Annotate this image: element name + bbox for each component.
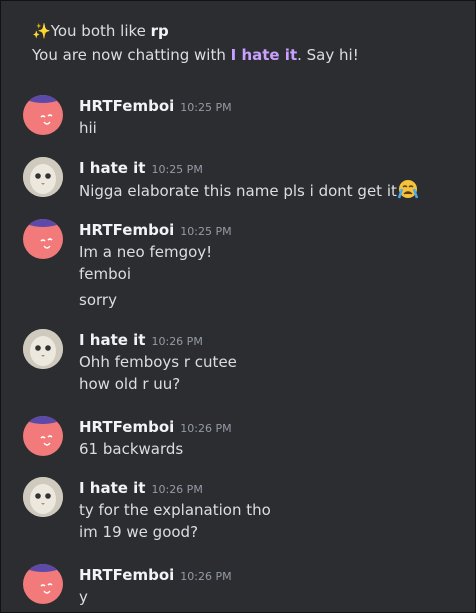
smiling-face-icon (40, 583, 53, 594)
smiling-face-icon (40, 238, 53, 249)
message-text: Im a neo femgoy! (79, 243, 213, 261)
timestamp: 10:25 PM (180, 101, 232, 114)
message-header: HRTFemboi 10:25 PM (79, 95, 232, 119)
avatar[interactable] (23, 95, 63, 135)
avatar[interactable] (23, 564, 63, 604)
message-text: ty for the explanation tho (79, 501, 271, 519)
message-header: HRTFemboi 10:26 PM (79, 564, 232, 588)
timestamp: 10:26 PM (151, 335, 203, 348)
author-name[interactable]: I hate it (79, 479, 145, 497)
partner-name[interactable]: I hate it (231, 46, 297, 64)
shared-interest: rp (150, 22, 169, 40)
timestamp: 10:25 PM (151, 163, 203, 176)
message-header: HRTFemboi 10:25 PM (79, 219, 232, 243)
chatting-with-line: You are now chatting with I hate it. Say… (32, 46, 359, 64)
author-name[interactable]: HRTFemboi (79, 418, 174, 436)
match-intro: ✨You both like rp You are now chatting w… (32, 19, 359, 67)
message-text: 61 backwards (79, 440, 184, 458)
message-header: I hate it 10:26 PM (79, 477, 203, 501)
message-text: im 19 we good? (79, 523, 199, 541)
author-name[interactable]: HRTFemboi (79, 221, 174, 239)
author-name[interactable]: HRTFemboi (79, 97, 174, 115)
timestamp: 10:26 PM (180, 570, 232, 583)
avatar[interactable] (23, 329, 63, 369)
shared-interest-line: ✨You both like rp (32, 22, 169, 40)
sparkles-icon: ✨ (32, 22, 51, 40)
author-name[interactable]: I hate it (79, 159, 145, 177)
message-text: y (79, 588, 88, 606)
smiling-face-icon (40, 435, 53, 446)
message-text: how old r uu? (79, 375, 181, 393)
crying-face-icon (397, 180, 419, 199)
author-name[interactable]: HRTFemboi (79, 566, 174, 584)
message-header: I hate it 10:25 PM (79, 157, 203, 181)
timestamp: 10:26 PM (180, 422, 232, 435)
smiling-face-icon (40, 114, 53, 125)
avatar[interactable] (23, 477, 63, 517)
avatar[interactable] (23, 157, 63, 197)
timestamp: 10:26 PM (151, 483, 203, 496)
cat-photo-icon (23, 329, 63, 369)
author-name[interactable]: I hate it (79, 331, 145, 349)
message-text: sorry (79, 291, 117, 309)
avatar[interactable] (23, 416, 63, 456)
avatar[interactable] (23, 219, 63, 259)
message-text: Nigga elaborate this name pls i dont get… (79, 179, 419, 202)
cat-photo-icon (23, 157, 63, 197)
message-text: hii (79, 119, 97, 137)
message-header: I hate it 10:26 PM (79, 329, 203, 353)
message-header: HRTFemboi 10:26 PM (79, 416, 232, 440)
cat-photo-icon (23, 477, 63, 517)
message-text: Ohh femboys r cutee (79, 353, 237, 371)
timestamp: 10:25 PM (180, 225, 232, 238)
message-text: femboi (79, 265, 131, 283)
chat-window: ✨You both like rp You are now chatting w… (0, 0, 476, 613)
